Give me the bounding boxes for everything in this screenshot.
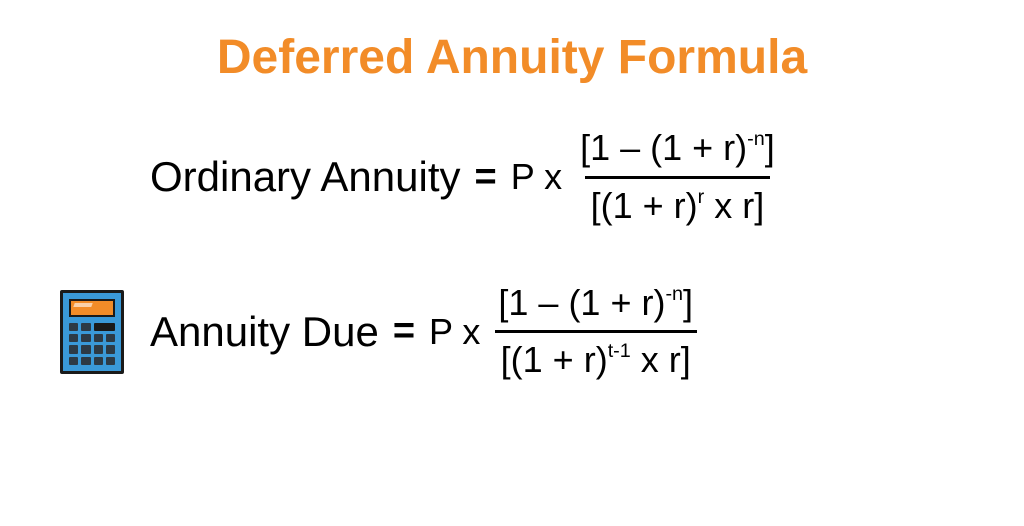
den-pre: [(1 + r)	[591, 185, 698, 226]
equals-sign: =	[475, 156, 497, 199]
p-term: P x	[511, 156, 562, 198]
content-area: Ordinary Annuity = P x [1 – (1 + r)-n] […	[0, 125, 1024, 384]
ordinary-numerator: [1 – (1 + r)-n]	[574, 125, 781, 176]
ordinary-annuity-formula: Ordinary Annuity = P x [1 – (1 + r)-n] […	[60, 125, 964, 230]
ordinary-fraction: [1 – (1 + r)-n] [(1 + r)r x r]	[574, 125, 781, 230]
num-sup: -n	[747, 128, 765, 150]
num-pre: [1 – (1 + r)	[580, 127, 747, 168]
annuity-due-formula: Annuity Due = P x [1 – (1 + r)-n] [(1 + …	[60, 280, 964, 385]
num-sup: -n	[665, 283, 683, 305]
num-post: ]	[683, 282, 693, 323]
ordinary-label: Ordinary Annuity	[150, 153, 461, 201]
den-post: x r]	[631, 339, 691, 380]
den-pre: [(1 + r)	[501, 339, 608, 380]
num-post: ]	[765, 127, 775, 168]
equals-sign: =	[393, 310, 415, 353]
due-denominator: [(1 + r)t-1 x r]	[495, 330, 697, 384]
due-label: Annuity Due	[150, 308, 379, 356]
ordinary-denominator: [(1 + r)r x r]	[585, 176, 771, 230]
den-sup: t-1	[608, 340, 631, 362]
den-sup: r	[698, 186, 705, 208]
due-fraction: [1 – (1 + r)-n] [(1 + r)t-1 x r]	[492, 280, 699, 385]
den-post: x r]	[704, 185, 764, 226]
p-term: P x	[429, 311, 480, 353]
due-numerator: [1 – (1 + r)-n]	[492, 280, 699, 331]
page-title: Deferred Annuity Formula	[0, 0, 1024, 125]
num-pre: [1 – (1 + r)	[498, 282, 665, 323]
calculator-icon	[60, 290, 124, 374]
